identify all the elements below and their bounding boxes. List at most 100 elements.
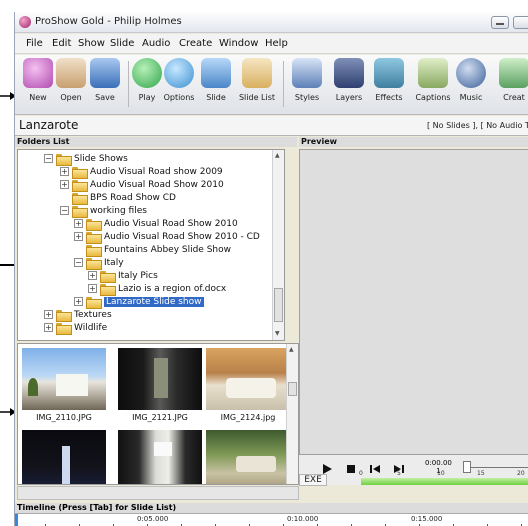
position-slider-track[interactable] <box>471 467 528 468</box>
expand-icon[interactable]: + <box>74 232 83 241</box>
thumbnail-item[interactable] <box>206 430 290 484</box>
expand-icon[interactable]: + <box>88 271 97 280</box>
playback-controls: 0:00.00 1 EXE 0 5 10 15 20 <box>299 455 528 486</box>
folder-item[interactable]: − working files <box>60 204 147 218</box>
collapse-icon[interactable]: − <box>74 258 83 267</box>
expand-icon[interactable]: + <box>44 310 53 319</box>
folder-icon <box>72 192 88 205</box>
folder-icon <box>100 270 116 283</box>
timeline-ruler[interactable]: 0:05.000 0:10.000 0:15.000 <box>15 513 528 526</box>
create-button[interactable]: Creat <box>499 58 528 102</box>
collapse-icon[interactable]: − <box>44 154 53 163</box>
slide-icon <box>201 58 231 88</box>
folder-item[interactable]: BPS Road Show CD <box>60 191 176 205</box>
folder-item[interactable]: + Italy Pics <box>88 269 158 283</box>
folder-item[interactable]: Fountains Abbey Slide Show <box>74 243 231 257</box>
styles-button[interactable]: Styles <box>291 58 323 102</box>
effects-icon <box>374 58 404 88</box>
thumbnail-item[interactable]: IMG_2121.JPG <box>118 348 202 422</box>
play-icon <box>132 58 162 88</box>
proshow-app-icon <box>19 16 31 28</box>
folder-item[interactable]: + Wildlife <box>44 321 107 335</box>
slide-list-icon <box>242 58 272 88</box>
timeline-cursor[interactable] <box>15 514 18 526</box>
save-icon <box>90 58 120 88</box>
scrollbar-thumb[interactable] <box>288 382 297 396</box>
collapse-icon[interactable]: − <box>60 206 69 215</box>
expand-icon[interactable]: + <box>74 297 83 306</box>
previous-slide-icon[interactable] <box>369 463 381 475</box>
scroll-up-icon[interactable]: ▲ <box>289 346 294 353</box>
effects-button[interactable]: Effects <box>373 58 405 102</box>
expand-icon[interactable]: + <box>60 167 69 176</box>
folder-item[interactable]: + Textures <box>44 308 112 322</box>
save-button[interactable]: Save <box>90 58 120 102</box>
menu-audio[interactable]: Audio <box>142 38 170 49</box>
audio-ruler[interactable] <box>361 478 528 485</box>
preview-area[interactable] <box>299 149 528 455</box>
folder-open-icon <box>86 257 102 270</box>
thumbnail-item[interactable]: IMG_2124.jpg <box>206 348 290 422</box>
new-button[interactable]: New <box>23 58 53 102</box>
folder-icon <box>86 244 102 257</box>
folder-open-icon <box>56 153 72 166</box>
thumbnail-item[interactable]: IMG_2110.JPG <box>22 348 106 422</box>
expand-icon[interactable]: + <box>88 284 97 293</box>
timeline-header: Timeline (Press [Tab] for Slide List) <box>15 503 528 513</box>
layers-button[interactable]: Layers <box>333 58 365 102</box>
scroll-down-icon[interactable]: ▼ <box>275 330 280 337</box>
photo-thumbnail <box>22 348 106 410</box>
folder-item[interactable]: + Audio Visual Road Show 2010 - CD <box>74 230 260 244</box>
folder-item[interactable]: − Italy <box>74 256 124 270</box>
new-show-icon <box>23 58 53 88</box>
menu-window[interactable]: Window <box>219 38 258 49</box>
show-name[interactable]: Lanzarote <box>19 118 78 132</box>
photo-thumbnail <box>206 348 290 410</box>
maximize-button[interactable] <box>513 16 528 29</box>
options-button[interactable]: Options <box>161 58 197 102</box>
menu-show[interactable]: Show <box>78 38 105 49</box>
scroll-up-icon[interactable]: ▲ <box>275 152 280 159</box>
menu-bar: File Edit Show Slide Audio Create Window… <box>15 34 528 54</box>
menu-edit[interactable]: Edit <box>52 38 71 49</box>
folder-open-icon <box>72 205 88 218</box>
expand-icon[interactable]: + <box>60 180 69 189</box>
music-button[interactable]: Music <box>455 58 487 102</box>
folder-item[interactable]: − Slide Shows <box>44 152 128 166</box>
menu-create[interactable]: Create <box>179 38 212 49</box>
folder-icon <box>86 218 102 231</box>
menu-file[interactable]: File <box>26 38 43 49</box>
play-button[interactable]: Play <box>132 58 162 102</box>
minimize-button[interactable] <box>491 16 509 29</box>
folder-item[interactable]: + Audio Visual Road show 2009 <box>60 165 223 179</box>
create-icon <box>499 58 528 88</box>
folder-icon <box>56 309 72 322</box>
toolbar-separator <box>283 61 284 107</box>
show-name-bar: Lanzarote [ No Slides ], [ No Audio T <box>15 116 528 136</box>
folder-item[interactable]: + Lazio is a region of.docx <box>88 282 226 296</box>
folder-icon <box>72 179 88 192</box>
stop-icon[interactable] <box>345 463 357 475</box>
position-slider-handle[interactable] <box>463 461 471 473</box>
folder-item[interactable]: + Audio Visual Road Show 2010 <box>74 217 238 231</box>
scrollbar-thumb[interactable] <box>274 288 283 322</box>
folder-tree-scrollbar[interactable]: ▲ ▼ <box>272 150 284 340</box>
styles-icon <box>292 58 322 88</box>
slide-button[interactable]: Slide <box>201 58 231 102</box>
folder-item-selected[interactable]: + Lanzarote Slide show <box>74 295 204 309</box>
folder-item[interactable]: + Audio Visual Road Show 2010 <box>60 178 224 192</box>
slide-list-button[interactable]: Slide List <box>237 58 277 102</box>
menu-help[interactable]: Help <box>265 38 288 49</box>
thumbnail-item[interactable] <box>118 430 202 484</box>
title-bar: ProShow Gold - Philip Holmes <box>15 12 528 33</box>
captions-button[interactable]: Captions <box>413 58 453 102</box>
thumbnail-status-bar <box>17 486 299 500</box>
expand-icon[interactable]: + <box>44 323 53 332</box>
app-window: ProShow Gold - Philip Holmes File Edit S… <box>14 12 528 526</box>
menu-slide[interactable]: Slide <box>110 38 134 49</box>
photo-thumbnail <box>118 348 202 410</box>
open-button[interactable]: Open <box>55 58 87 102</box>
thumbnails-scrollbar[interactable]: ▲ <box>286 344 298 484</box>
expand-icon[interactable]: + <box>74 219 83 228</box>
thumbnail-item[interactable] <box>22 430 106 484</box>
